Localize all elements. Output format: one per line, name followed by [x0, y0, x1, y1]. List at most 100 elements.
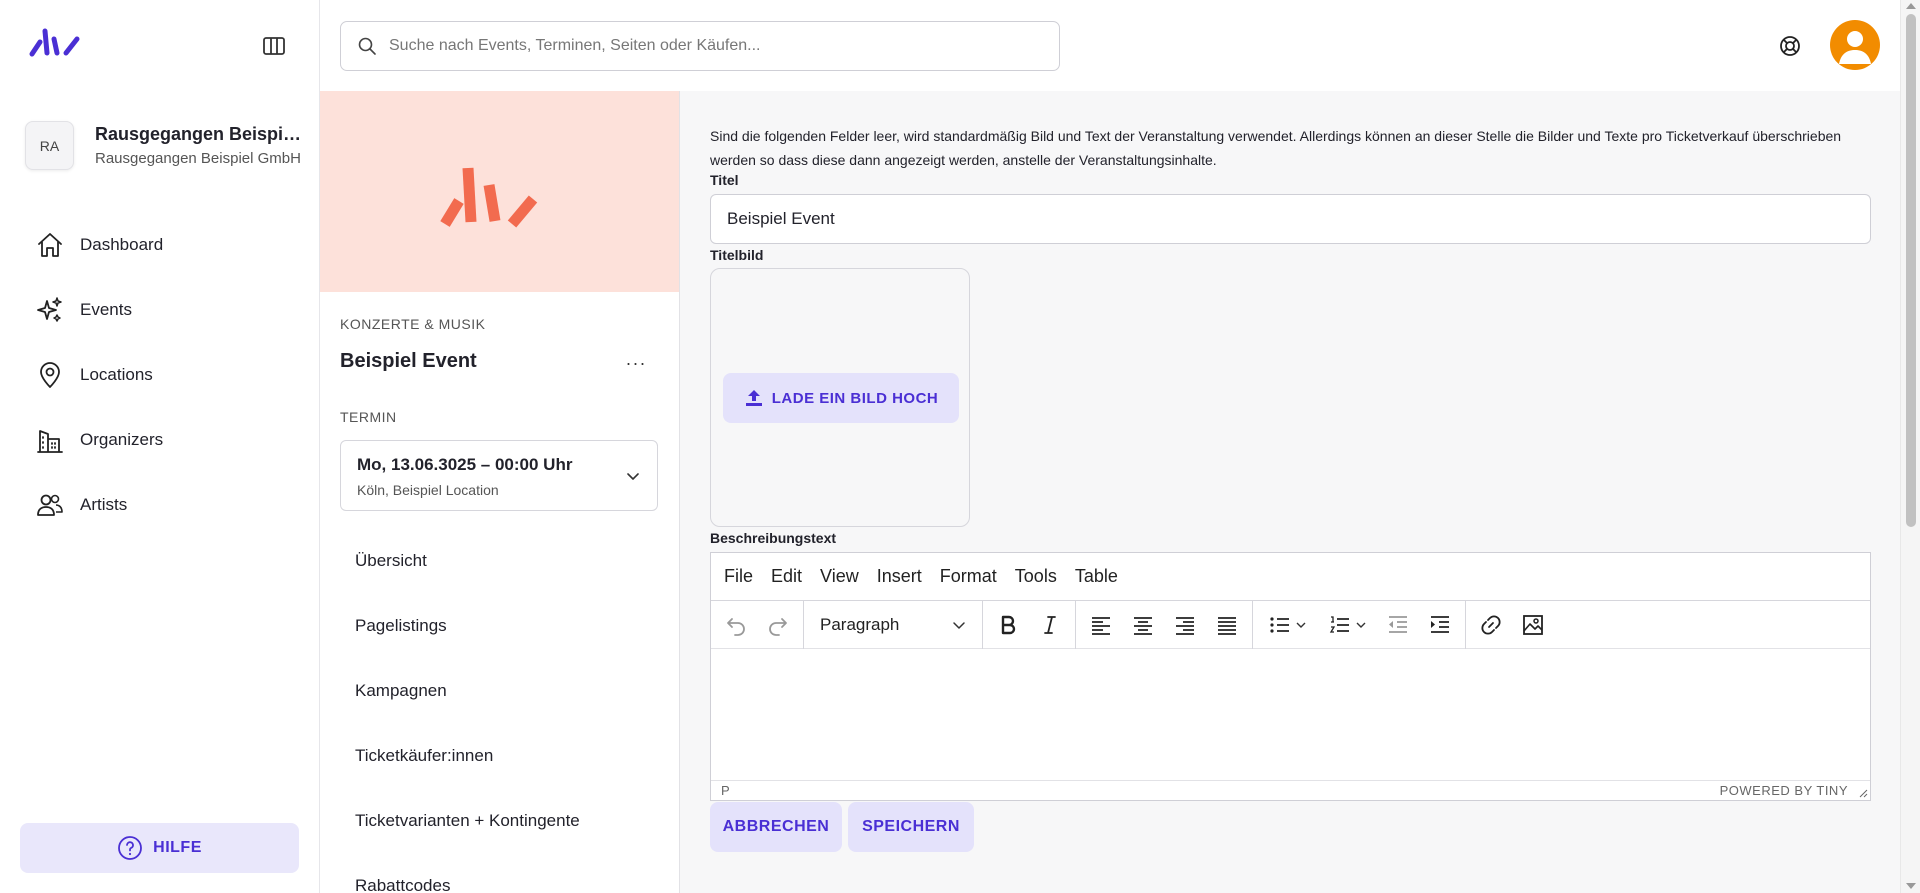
align-left-button[interactable]: [1080, 607, 1122, 643]
subnav-item-ticketvarianten[interactable]: Ticketvarianten + Kontingente: [355, 788, 580, 853]
termin-label: TERMIN: [340, 409, 397, 425]
upload-label: LADE EIN BILD HOCH: [771, 389, 939, 407]
subnav-item-uebersicht[interactable]: Übersicht: [355, 528, 580, 593]
align-left-icon: [1092, 616, 1110, 635]
chevron-down-icon: [627, 473, 639, 480]
menu-format[interactable]: Format: [931, 566, 1006, 587]
event-category: KONZERTE & MUSIK: [340, 316, 486, 332]
scroll-up-arrow-icon[interactable]: [1906, 3, 1916, 9]
numbered-list-icon: [1329, 615, 1349, 633]
help-button[interactable]: HILFE: [20, 823, 299, 873]
menu-tools[interactable]: Tools: [1006, 566, 1066, 587]
more-options-icon[interactable]: ···: [622, 353, 650, 373]
scroll-thumb[interactable]: [1906, 14, 1916, 527]
date-location: Köln, Beispiel Location: [357, 482, 499, 498]
bullet-list-icon: [1269, 616, 1289, 633]
org-name: Rausgegangen Beispiel...: [95, 124, 303, 144]
home-icon: [38, 232, 62, 257]
subnav-item-kampagnen[interactable]: Kampagnen: [355, 658, 580, 723]
menu-edit[interactable]: Edit: [762, 566, 811, 587]
sidebar-item-events[interactable]: Events: [35, 277, 163, 342]
subnav-item-rabattcodes[interactable]: Rabattcodes: [355, 853, 580, 893]
bold-icon: [1001, 615, 1016, 634]
subnav-item-pagelistings[interactable]: Pagelistings: [355, 593, 580, 658]
sidebar-item-label: Organizers: [80, 429, 164, 449]
powered-by-tiny-link[interactable]: POWERED BY TINY: [1720, 783, 1848, 798]
lifebuoy-icon[interactable]: [1778, 34, 1802, 58]
align-right-button[interactable]: [1164, 607, 1206, 643]
buildings-icon: [37, 429, 63, 453]
org-avatar: RA: [25, 121, 74, 170]
insert-link-button[interactable]: [1470, 607, 1512, 643]
link-icon: [1481, 614, 1501, 635]
upload-image-button[interactable]: LADE EIN BILD HOCH: [723, 373, 959, 423]
sidebar-item-label: Dashboard: [80, 234, 164, 254]
menu-insert[interactable]: Insert: [868, 566, 931, 587]
editor-content-area[interactable]: [711, 649, 1870, 780]
sidebar-item-dashboard[interactable]: Dashboard: [35, 212, 163, 277]
title-input[interactable]: [710, 194, 1871, 244]
align-center-button[interactable]: [1122, 607, 1164, 643]
sparkles-icon: [37, 296, 62, 322]
block-format-select[interactable]: Paragraph: [808, 607, 978, 643]
organization-switcher[interactable]: RA Rausgegangen Beispiel... Rausgegangen…: [25, 121, 303, 170]
event-logo-icon: [440, 167, 538, 228]
editor-toolbar: Paragraph: [711, 600, 1870, 649]
title-image-label: Titelbild: [710, 247, 764, 263]
editor-menubar: File Edit View Insert Format Tools Table: [711, 553, 1870, 601]
event-panel: KONZERTE & MUSIK Beispiel Event ··· TERM…: [320, 91, 680, 893]
align-justify-icon: [1218, 616, 1236, 635]
help-label: HILFE: [153, 839, 202, 856]
user-silhouette-icon: [1839, 31, 1871, 64]
indent-button[interactable]: [1419, 607, 1461, 643]
sidebar-item-label: Events: [80, 299, 132, 319]
menu-view[interactable]: View: [811, 566, 868, 587]
chevron-down-icon: [1356, 622, 1365, 628]
resize-handle-icon[interactable]: [1858, 788, 1868, 798]
redo-icon: [769, 617, 787, 636]
bold-button[interactable]: [987, 607, 1029, 643]
image-dropzone[interactable]: LADE EIN BILD HOCH: [710, 268, 970, 527]
redo-button[interactable]: [757, 607, 799, 643]
scroll-down-arrow-icon[interactable]: [1906, 883, 1916, 889]
user-avatar[interactable]: [1830, 20, 1880, 70]
italic-icon: [1044, 615, 1056, 634]
menu-file[interactable]: File: [715, 566, 762, 587]
event-image-placeholder: [320, 91, 679, 292]
sidebar-item-artists[interactable]: Artists: [35, 472, 163, 537]
sidebar-item-locations[interactable]: Locations: [35, 342, 163, 407]
italic-button[interactable]: [1029, 607, 1071, 643]
subnav-item-ticketkaeufer[interactable]: Ticketkäufer:innen: [355, 723, 580, 788]
search-box[interactable]: [340, 21, 1060, 71]
search-input[interactable]: [389, 37, 1029, 55]
align-center-icon: [1134, 616, 1152, 635]
rausgegangen-logo[interactable]: [28, 26, 82, 60]
save-button[interactable]: SPEICHERN: [848, 802, 974, 852]
sidebar-item-label: Artists: [80, 494, 128, 514]
outdent-icon: [1389, 615, 1407, 633]
title-label: Titel: [710, 172, 739, 188]
bullet-list-button[interactable]: [1257, 607, 1317, 643]
search-icon: [358, 37, 376, 55]
users-icon: [37, 494, 63, 516]
sidebar-item-organizers[interactable]: Organizers: [35, 407, 163, 472]
editor-statusbar: P POWERED BY TINY: [711, 780, 1870, 800]
sidebar-toggle-icon[interactable]: [262, 36, 286, 56]
element-path[interactable]: P: [721, 783, 730, 798]
align-justify-button[interactable]: [1206, 607, 1248, 643]
cancel-button[interactable]: ABBRECHEN: [710, 802, 842, 852]
menu-table[interactable]: Table: [1066, 566, 1127, 587]
date-main: Mo, 13.06.3025 – 00:00 Uhr: [357, 455, 573, 474]
undo-button[interactable]: [715, 607, 757, 643]
page-scrollbar[interactable]: [1900, 0, 1920, 893]
block-format-value: Paragraph: [820, 614, 900, 634]
date-dropdown[interactable]: Mo, 13.06.3025 – 00:00 Uhr Köln, Beispie…: [340, 440, 658, 511]
numbered-list-button[interactable]: [1317, 607, 1377, 643]
insert-image-button[interactable]: [1512, 607, 1554, 643]
question-circle-icon: [118, 836, 143, 860]
sidebar-item-label: Locations: [80, 364, 153, 384]
upload-icon: [745, 390, 762, 406]
ticket-content-form: Sind die folgenden Felder leer, wird sta…: [680, 91, 1900, 893]
outdent-button[interactable]: [1377, 607, 1419, 643]
description-label: Beschreibungstext: [710, 530, 837, 546]
